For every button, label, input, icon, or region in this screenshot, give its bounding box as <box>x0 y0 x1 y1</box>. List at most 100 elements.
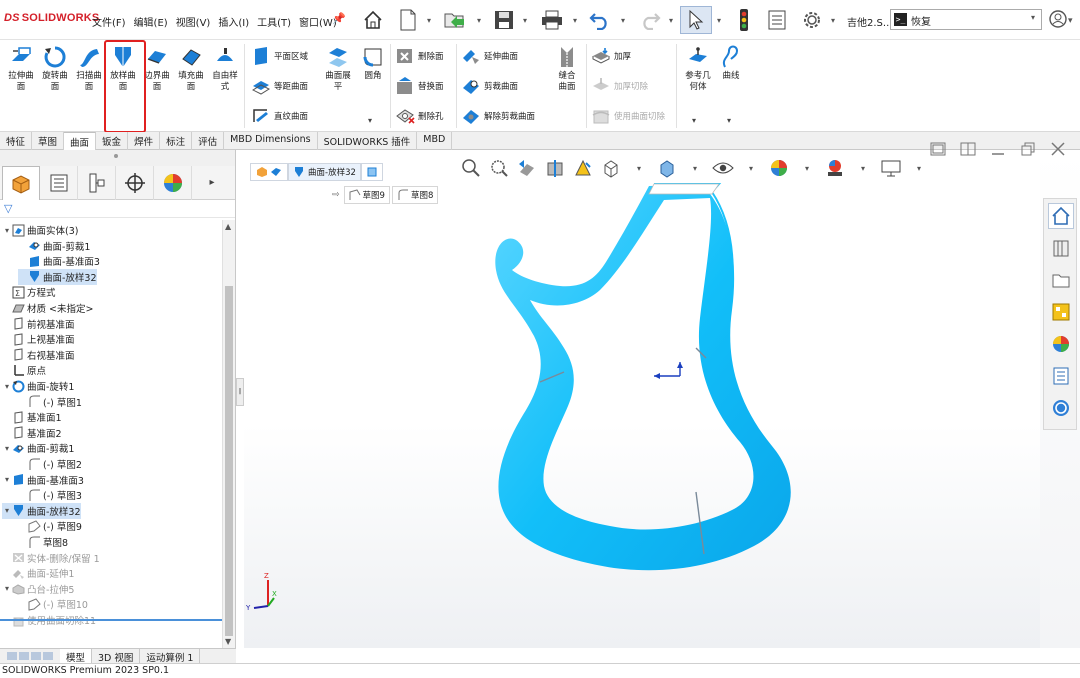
view-orientation-button[interactable] <box>600 157 622 179</box>
tree-item-top-plane[interactable]: 上视基准面 <box>2 331 75 347</box>
guitar-body-model[interactable]: Z Y X <box>244 150 1040 648</box>
file-properties-button[interactable] <box>764 6 790 34</box>
expand-arrow-icon[interactable]: ▾ <box>2 444 12 453</box>
extrude-surface-button[interactable]: 拉伸曲面 <box>4 44 38 93</box>
print-button[interactable] <box>538 6 566 34</box>
taskpane-resources[interactable] <box>1048 235 1074 261</box>
home-button[interactable] <box>358 6 388 34</box>
menu-tools[interactable]: 工具(T) <box>257 14 291 29</box>
breadcrumb-part[interactable] <box>250 163 288 181</box>
user-account-button[interactable]: ▾ <box>1048 9 1076 32</box>
display-style-button[interactable] <box>656 157 678 179</box>
tab-solidworks-addins[interactable]: SOLIDWORKS 插件 <box>318 132 418 150</box>
tree-item-front-plane[interactable]: 前视基准面 <box>2 316 75 332</box>
appearance-dropdown[interactable]: ▾ <box>796 157 818 179</box>
property-manager-tab[interactable] <box>40 166 78 200</box>
ruled-surface-button[interactable]: 直纹曲面 <box>250 104 308 128</box>
redo-dropdown[interactable]: ▾ <box>666 6 676 34</box>
taskpane-custom-properties[interactable] <box>1048 363 1074 389</box>
redo-button[interactable] <box>636 6 664 34</box>
tree-item[interactable]: ▾ 凸台-拉伸5 <box>2 581 75 597</box>
tree-item[interactable]: 曲面-延伸1 <box>2 565 74 581</box>
dimxpert-manager-tab[interactable] <box>116 166 154 200</box>
tree-item[interactable]: 曲面-剪裁1 <box>18 238 90 254</box>
scrollbar-thumb[interactable] <box>225 286 233 636</box>
tab-surfaces[interactable]: 曲面 <box>64 132 97 150</box>
planar-surface-button[interactable]: 平面区域 <box>250 44 308 68</box>
tab-sketch[interactable]: 草图 <box>32 132 65 150</box>
rebuild-button[interactable] <box>732 6 756 34</box>
graphics-viewport[interactable]: Z Y X <box>244 150 1040 648</box>
expand-arrow-icon[interactable]: ▾ <box>2 584 12 593</box>
minimize-button[interactable] <box>990 142 1006 160</box>
dynamic-annotation-button[interactable] <box>572 157 594 179</box>
apply-scene-button[interactable] <box>824 157 846 179</box>
scroll-down-icon[interactable]: ▼ <box>225 637 231 646</box>
new-dropdown[interactable]: ▾ <box>424 6 434 34</box>
tree-item[interactable]: (-) 草图9 <box>18 518 82 534</box>
previous-view-button[interactable] <box>516 157 538 179</box>
zoom-to-fit-button[interactable] <box>460 157 482 179</box>
breadcrumb-sketch8[interactable]: 草图8 <box>391 186 439 204</box>
close-button[interactable] <box>1050 142 1066 160</box>
revolve-surface-button[interactable]: 旋转曲面 <box>38 44 72 93</box>
save-dropdown[interactable]: ▾ <box>520 6 530 34</box>
thicken-button[interactable]: 加厚 <box>590 44 631 68</box>
tree-item[interactable]: (-) 草图1 <box>18 394 82 410</box>
tree-item[interactable]: 曲面-放样32 <box>18 268 97 285</box>
manager-tabs-next[interactable]: ▸ <box>198 166 226 199</box>
replace-face-button[interactable]: 替换面 <box>394 74 444 98</box>
tree-item[interactable]: ▾ 曲面-基准面3 <box>2 472 84 488</box>
document-name[interactable]: 吉他2.S... <box>847 14 892 29</box>
menu-insert[interactable]: 插入(I) <box>218 14 249 29</box>
taskpane-home[interactable] <box>1048 203 1074 229</box>
print-dropdown[interactable]: ▾ <box>570 6 580 34</box>
tree-item[interactable]: ▾ 曲面-旋转1 <box>2 378 74 394</box>
view-settings-button[interactable] <box>880 157 902 179</box>
curves-button[interactable]: 曲线 <box>714 44 748 82</box>
taskpane-view-palette[interactable] <box>1048 299 1074 325</box>
tab-sheet-metal[interactable]: 钣金 <box>96 132 129 150</box>
zoom-to-area-button[interactable] <box>488 157 510 179</box>
configuration-manager-tab[interactable] <box>78 166 116 200</box>
menu-view[interactable]: 视图(V) <box>176 14 211 29</box>
tab-scroll-buttons[interactable] <box>0 649 60 663</box>
panel-grip[interactable] <box>0 150 235 166</box>
trim-surface-button[interactable]: 剪裁曲面 <box>460 74 518 98</box>
section-view-button[interactable] <box>544 157 566 179</box>
tree-item-origin[interactable]: 原点 <box>2 362 46 378</box>
delete-hole-button[interactable]: 删除孔 <box>394 104 444 128</box>
reference-geometry-dropdown[interactable]: ▾ <box>692 116 696 125</box>
fillet-button[interactable]: 圆角 <box>356 44 390 82</box>
edit-appearance-button[interactable] <box>768 157 790 179</box>
fillet-dropdown[interactable]: ▾ <box>368 116 372 125</box>
reference-geometry-button[interactable]: 参考几 何体 <box>680 44 716 93</box>
feature-manager-tab[interactable] <box>2 166 40 200</box>
viewport-layout-button[interactable] <box>960 142 976 160</box>
undo-button[interactable] <box>586 6 614 34</box>
flatten-surface-button[interactable]: 曲面展平 <box>320 44 356 93</box>
knit-surface-button[interactable]: 缝合 曲面 <box>550 44 584 93</box>
hide-show-dropdown[interactable]: ▾ <box>740 157 762 179</box>
tree-item[interactable]: 基准面1 <box>2 409 62 425</box>
save-button[interactable] <box>490 6 518 34</box>
tree-item[interactable]: 曲面-基准面3 <box>18 253 100 269</box>
fill-surface-button[interactable]: 填充曲面 <box>174 44 208 93</box>
origin-marker[interactable] <box>654 362 683 379</box>
tab-markup[interactable]: 标注 <box>160 132 193 150</box>
taskpane-file-explorer[interactable] <box>1048 267 1074 293</box>
tree-item[interactable]: 实体-删除/保留 1 <box>2 550 100 566</box>
tree-item-equations[interactable]: Σ 方程式 <box>2 284 56 300</box>
extend-surface-button[interactable]: 延伸曲面 <box>460 44 518 68</box>
restore-button[interactable] <box>1020 142 1036 160</box>
hide-show-items-button[interactable] <box>712 157 734 179</box>
tree-item[interactable]: 基准面2 <box>2 425 62 441</box>
expand-arrow-icon[interactable]: ▾ <box>2 382 12 391</box>
tab-model[interactable]: 模型 <box>60 649 93 664</box>
display-style-dropdown[interactable]: ▾ <box>684 157 706 179</box>
tree-item-surface-bodies[interactable]: ▾ 曲面实体(3) <box>2 222 78 238</box>
open-dropdown[interactable]: ▾ <box>474 6 484 34</box>
scroll-up-icon[interactable]: ▲ <box>225 222 231 231</box>
command-search-input[interactable]: >_ 恢复 ▾ <box>890 9 1042 30</box>
expand-arrow-icon[interactable]: ▾ <box>2 506 12 515</box>
